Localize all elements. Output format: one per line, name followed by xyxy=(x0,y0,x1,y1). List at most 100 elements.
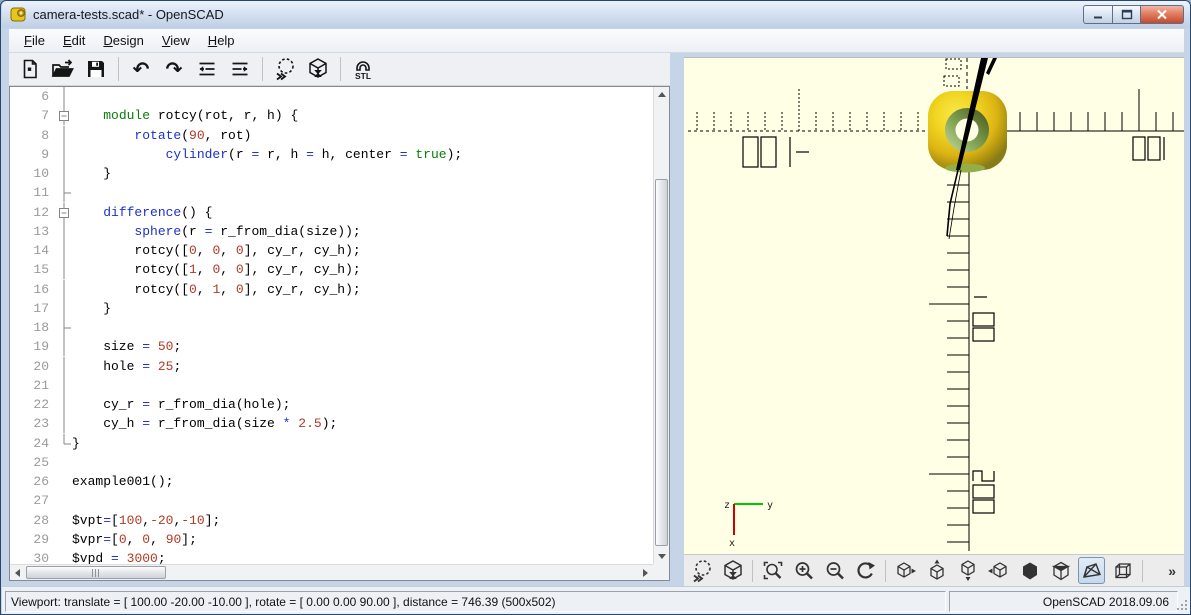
code-text[interactable]: rotcy([0, 0, 0], cy_r, cy_h); xyxy=(72,243,361,258)
toolbar-overflow-chevron[interactable]: » xyxy=(1168,563,1176,579)
resize-grip[interactable] xyxy=(1176,599,1188,611)
viewport-3d[interactable]: z y x xyxy=(684,57,1184,554)
orthogonal-button[interactable] xyxy=(1109,557,1136,584)
code-line-23[interactable]: 23 cy_h = r_from_dia(size * 2.5); xyxy=(10,414,653,433)
code-line-20[interactable]: 20 hole = 25; xyxy=(10,357,653,376)
code-text[interactable]: $vpr=[0, 0, 90]; xyxy=(72,532,197,547)
maximize-button[interactable] xyxy=(1112,5,1141,24)
code-text[interactable]: cy_h = r_from_dia(size * 2.5); xyxy=(72,416,337,431)
zoom-all-button[interactable] xyxy=(759,557,786,584)
vertical-scroll-thumb[interactable] xyxy=(655,179,668,546)
viewport-canvas[interactable]: z y x xyxy=(684,58,1184,554)
zoom-out-button[interactable] xyxy=(821,557,848,584)
line-number: 9 xyxy=(10,147,56,162)
code-line-21[interactable]: 21 xyxy=(10,376,653,395)
code-text[interactable]: $vpd = 3000; xyxy=(72,551,166,564)
editor-horizontal-scrollbar[interactable] xyxy=(10,564,653,580)
code-line-9[interactable]: 9 cylinder(r = r, h = h, center = true); xyxy=(10,145,653,164)
code-text[interactable]: cylinder(r = r, h = h, center = true); xyxy=(72,147,462,162)
code-line-11[interactable]: 11 xyxy=(10,183,653,202)
new-file-button[interactable] xyxy=(17,56,43,82)
code-line-6[interactable]: 6 xyxy=(10,87,653,106)
horizontal-scroll-thumb[interactable] xyxy=(26,566,166,579)
code-text[interactable]: } xyxy=(72,301,111,316)
export-stl-button[interactable]: STL xyxy=(350,56,376,82)
render-button[interactable] xyxy=(305,56,331,82)
menu-help[interactable]: Help xyxy=(199,30,244,51)
code-line-14[interactable]: 14 rotcy([0, 0, 0], cy_r, cy_h); xyxy=(10,241,653,260)
code-line-28[interactable]: 28$vpt=[100,-20,-10]; xyxy=(10,511,653,530)
line-number: 15 xyxy=(10,262,56,277)
code-line-12[interactable]: 12 difference() { xyxy=(10,203,653,222)
code-text[interactable]: rotcy([0, 1, 0], cy_r, cy_h); xyxy=(72,282,361,297)
unindent-button[interactable] xyxy=(194,56,220,82)
code-line-30[interactable]: 30$vpd = 3000; xyxy=(10,549,653,564)
fold-marker[interactable] xyxy=(56,203,72,222)
code-line-25[interactable]: 25 xyxy=(10,453,653,472)
scroll-left-button[interactable] xyxy=(10,565,25,580)
redo-button[interactable]: ↷ xyxy=(161,56,187,82)
code-line-13[interactable]: 13 sphere(r = r_from_dia(size)); xyxy=(10,222,653,241)
code-area[interactable]: 67 module rotcy(rot, r, h) {8 rotate(90,… xyxy=(10,87,653,564)
preview-button[interactable] xyxy=(272,56,298,82)
code-line-15[interactable]: 15 rotcy([1, 0, 0], cy_r, cy_h); xyxy=(10,260,653,279)
scroll-right-button[interactable] xyxy=(638,565,653,580)
code-text[interactable]: example001(); xyxy=(72,474,173,489)
arrow-up-icon xyxy=(658,92,666,97)
code-text[interactable]: sphere(r = r_from_dia(size)); xyxy=(72,224,361,239)
minimize-button[interactable] xyxy=(1083,5,1112,24)
view-left-button[interactable] xyxy=(985,557,1012,584)
perspective-button[interactable] xyxy=(1078,557,1105,584)
save-button[interactable] xyxy=(83,56,109,82)
open-file-button[interactable] xyxy=(50,56,76,82)
code-text[interactable]: difference() { xyxy=(72,205,212,220)
code-line-8[interactable]: 8 rotate(90, rot) xyxy=(10,126,653,145)
code-line-24[interactable]: 24} xyxy=(10,434,653,453)
code-text[interactable]: rotate(90, rot) xyxy=(72,128,251,143)
preview-button[interactable] xyxy=(688,557,715,584)
code-text[interactable]: module rotcy(rot, r, h) { xyxy=(72,108,298,123)
code-text[interactable]: cy_r = r_from_dia(hole); xyxy=(72,397,290,412)
undo-button[interactable]: ↶ xyxy=(128,56,154,82)
reset-view-button[interactable] xyxy=(852,557,879,584)
menu-view[interactable]: View xyxy=(153,30,199,51)
code-line-27[interactable]: 27 xyxy=(10,491,653,510)
arrow-right-icon xyxy=(643,569,648,577)
code-text[interactable]: rotcy([1, 0, 0], cy_r, cy_h); xyxy=(72,262,361,277)
code-editor[interactable]: 67 module rotcy(rot, r, h) {8 rotate(90,… xyxy=(9,86,670,581)
fold-guide xyxy=(56,414,72,433)
code-text[interactable]: $vpt=[100,-20,-10]; xyxy=(72,513,220,528)
scroll-down-button[interactable] xyxy=(654,549,669,564)
view-back-button[interactable] xyxy=(1047,557,1074,584)
render-button[interactable] xyxy=(719,557,746,584)
code-text[interactable]: } xyxy=(72,166,111,181)
titlebar[interactable]: camera-tests.scad* - OpenSCAD xyxy=(2,1,1191,28)
code-line-29[interactable]: 29$vpr=[0, 0, 90]; xyxy=(10,530,653,549)
version-status-text: OpenSCAD 2018.09.06 xyxy=(949,591,1178,612)
code-line-18[interactable]: 18 xyxy=(10,318,653,337)
code-line-16[interactable]: 16 rotcy([0, 1, 0], cy_r, cy_h); xyxy=(10,280,653,299)
code-text[interactable]: hole = 25; xyxy=(72,359,181,374)
fold-marker[interactable] xyxy=(56,106,72,125)
view-right-button[interactable] xyxy=(892,557,919,584)
code-line-17[interactable]: 17 } xyxy=(10,299,653,318)
menu-file[interactable]: File xyxy=(15,30,54,51)
editor-vertical-scrollbar[interactable] xyxy=(653,87,669,564)
code-line-22[interactable]: 22 cy_r = r_from_dia(hole); xyxy=(10,395,653,414)
code-line-19[interactable]: 19 size = 50; xyxy=(10,337,653,356)
code-text[interactable]: size = 50; xyxy=(72,339,181,354)
indent-button[interactable] xyxy=(227,56,253,82)
code-text[interactable]: } xyxy=(72,436,80,451)
view-bottom-button[interactable] xyxy=(954,557,981,584)
code-line-7[interactable]: 7 module rotcy(rot, r, h) { xyxy=(10,106,653,125)
view-top-button[interactable] xyxy=(923,557,950,584)
toolbar-separator xyxy=(340,57,341,81)
scroll-up-button[interactable] xyxy=(654,87,669,102)
view-front-button[interactable] xyxy=(1016,557,1043,584)
close-button[interactable] xyxy=(1141,5,1184,24)
menu-design[interactable]: Design xyxy=(94,30,152,51)
code-line-10[interactable]: 10 } xyxy=(10,164,653,183)
zoom-in-button[interactable] xyxy=(790,557,817,584)
code-line-26[interactable]: 26example001(); xyxy=(10,472,653,491)
menu-edit[interactable]: Edit xyxy=(54,30,94,51)
